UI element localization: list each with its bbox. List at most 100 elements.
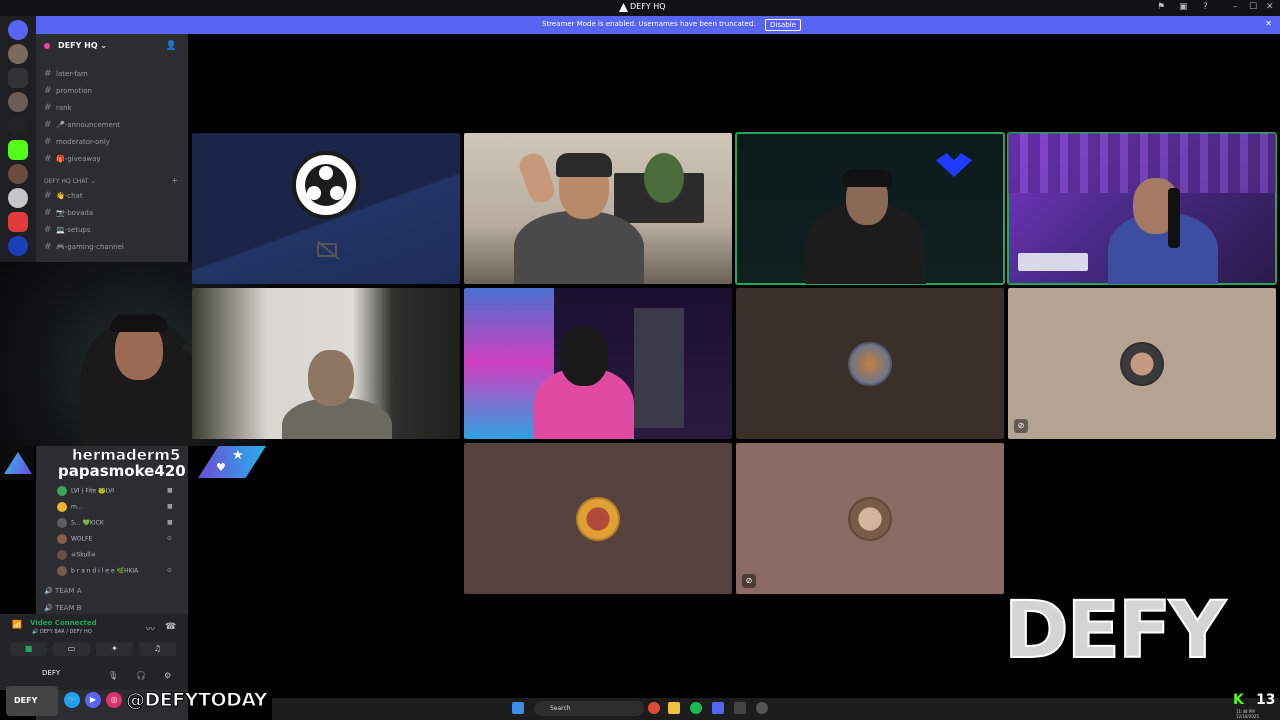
video-tile[interactable] [735, 132, 1005, 285]
kick-server-icon[interactable] [8, 140, 28, 160]
video-tile[interactable] [464, 133, 732, 284]
close-banner-icon[interactable]: ✕ [1265, 19, 1272, 28]
minimize-button[interactable]: – [1233, 2, 1238, 12]
hash-icon: # [44, 137, 52, 147]
soundboard-button[interactable]: ♫ [139, 642, 176, 656]
avatar [57, 550, 67, 560]
voice-status[interactable]: Video Connected [30, 619, 97, 627]
channel-item[interactable]: # 👋-chat [44, 191, 83, 201]
disconnect-icon[interactable]: ☎ [165, 622, 176, 632]
banner-message: Streamer Mode is enabled. Usernames have… [542, 20, 756, 28]
signal-icon: 📶 [12, 620, 22, 629]
channel-item[interactable]: # 🎮-gaming-channel [44, 242, 124, 252]
avatar [57, 486, 67, 496]
camera-icon: ■ [167, 487, 173, 494]
twitter-icon: 🐦 [64, 692, 80, 708]
video-tile-obs[interactable] [192, 133, 460, 284]
server-badge-icon [44, 43, 50, 49]
channel-item[interactable]: # 🎤-announcement [44, 120, 120, 130]
avatar-tile[interactable] [736, 288, 1004, 439]
avatar-tile[interactable] [464, 443, 732, 594]
pin-icon[interactable]: ⚑ [1157, 2, 1165, 12]
username[interactable]: DEFY [42, 669, 60, 677]
app-icon[interactable] [734, 702, 746, 714]
disable-streamer-mode-button[interactable]: Disable [765, 19, 801, 31]
server-icon[interactable] [8, 44, 28, 64]
avatar [576, 497, 620, 541]
raised-hand [516, 150, 558, 206]
voice-channel-team-a[interactable]: 🔊 TEAM A [44, 587, 82, 595]
home-icon[interactable] [8, 20, 28, 40]
person-hair [560, 326, 608, 386]
avatar [848, 342, 892, 386]
title-bar: DEFY HQ ⚑ ▣ ? – ☐ ✕ [0, 0, 1280, 16]
maximize-button[interactable]: ☐ [1249, 2, 1257, 12]
shelf [634, 308, 684, 428]
chrome-icon[interactable] [648, 702, 660, 714]
close-window-button[interactable]: ✕ [1266, 2, 1274, 12]
file-explorer-icon[interactable] [668, 702, 680, 714]
voice-user[interactable]: b r a n d i l e e 🌿HKIA ⊘ [57, 566, 172, 576]
voice-user[interactable]: WOLFE ⊘ [57, 534, 172, 544]
server-icon[interactable] [8, 116, 28, 136]
keyboard [1018, 253, 1088, 271]
channel-item[interactable]: # 🎁-giveaway [44, 154, 101, 164]
voice-connection-panel: 📶 Video Connected 🔊 DEFY BAR / DEFY HQ 〰… [0, 614, 188, 664]
voice-channel-path[interactable]: 🔊 DEFY BAR / DEFY HQ [32, 629, 92, 635]
voice-user[interactable]: m... ■ [57, 502, 173, 512]
avatar [848, 497, 892, 541]
video-tile[interactable] [192, 288, 460, 439]
server-name[interactable]: DEFY HQ ⌄ [58, 41, 107, 50]
person-head [308, 350, 354, 406]
headphones-icon[interactable]: 🎧 [136, 671, 146, 680]
create-channel-icon[interactable]: + [171, 176, 178, 185]
channel-item[interactable]: # 📷-bovada [44, 208, 93, 218]
activities-button[interactable]: ✦ [96, 642, 133, 656]
noise-suppression-icon[interactable]: 〰 [146, 622, 155, 635]
channel-item[interactable]: # promotion [44, 86, 92, 96]
avatar-tile[interactable]: ⊘ [736, 443, 1004, 594]
microphone-icon[interactable]: 🎙 [108, 671, 118, 680]
discord-icon[interactable] [712, 702, 724, 714]
search-box[interactable]: Search [534, 701, 644, 716]
channel-item[interactable]: # moderator-only [44, 137, 110, 147]
streamer-cap [110, 314, 168, 332]
channel-item[interactable]: # later-fam [44, 69, 88, 79]
server-icon[interactable] [8, 68, 28, 88]
server-icon[interactable] [8, 164, 28, 184]
app-logo-icon [619, 3, 628, 12]
camera-button[interactable]: ■ [10, 642, 47, 656]
channel-item[interactable]: # 💻-setups [44, 225, 90, 235]
camera-icon: ■ [167, 503, 173, 510]
channel-item[interactable]: # rank [44, 103, 72, 113]
voice-user[interactable]: LVI | Fite 🐸LVI ■ [57, 486, 173, 496]
kick-logo-icon: K [1233, 692, 1244, 708]
headphones [556, 153, 612, 177]
app-icon[interactable] [756, 702, 768, 714]
add-member-icon[interactable]: 👤 [166, 41, 177, 51]
server-icon[interactable] [8, 188, 28, 208]
inbox-icon[interactable]: ▣ [1179, 2, 1188, 12]
avatar [57, 566, 67, 576]
obs-logo-icon [292, 151, 360, 219]
voice-user[interactable]: ☠Skull☠ [57, 550, 96, 560]
spotify-icon[interactable] [690, 702, 702, 714]
video-tile[interactable] [1007, 132, 1277, 285]
avatar [57, 518, 67, 528]
blue-light [936, 153, 972, 177]
server-icon[interactable] [8, 92, 28, 112]
help-icon[interactable]: ? [1203, 2, 1208, 12]
server-icon[interactable] [8, 212, 28, 232]
settings-gear-icon[interactable]: ⚙ [164, 671, 171, 680]
category-header[interactable]: DEFY HQ CHAT ⌄ [44, 178, 96, 185]
taskbar-clock[interactable]: 11:48 PM 12/18/2025 [1236, 709, 1259, 719]
voice-channel-team-b[interactable]: 🔊 TEAM B [44, 604, 82, 612]
video-tile[interactable] [464, 288, 732, 439]
avatar-tile[interactable]: ⊘ [1008, 288, 1276, 439]
screen-share-button[interactable]: ▭ [53, 642, 90, 656]
server-icon[interactable] [8, 236, 28, 256]
speaker-icon: 🔊 [44, 587, 55, 595]
window-title: DEFY HQ [630, 2, 666, 11]
voice-user[interactable]: S... 💚KICK ■ [57, 518, 173, 528]
start-icon[interactable] [512, 702, 524, 714]
